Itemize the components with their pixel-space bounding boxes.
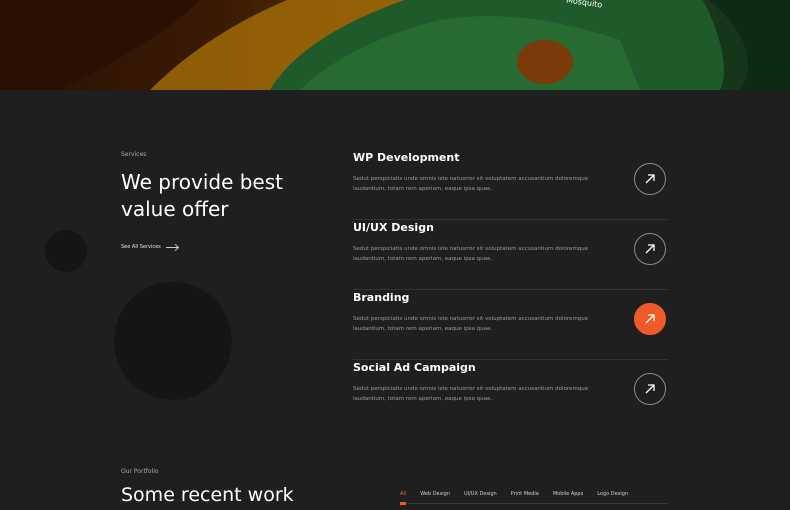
arrow-up-right-icon: [645, 244, 655, 254]
filter-tab-ui-ux-design[interactable]: UI/UX Design: [464, 491, 497, 497]
arrow-up-right-icon: [645, 314, 655, 324]
filter-underline: [400, 502, 668, 505]
services-section: Services We provide best value offer See…: [0, 90, 790, 510]
service-link-button[interactable]: [634, 163, 666, 195]
service-link-button[interactable]: [634, 233, 666, 265]
service-item-wp-development: WP Development Sedut perspiciatis unde o…: [353, 150, 668, 220]
portfolio-title: Some recent work: [121, 484, 294, 506]
service-list: WP Development Sedut perspiciatis unde o…: [353, 150, 668, 429]
service-title: UI/UX Design: [353, 221, 434, 234]
filter-tab-logo-design[interactable]: Logo Design: [597, 491, 628, 497]
see-all-services-link[interactable]: See All Services: [121, 244, 178, 250]
service-description: Sedut perspiciatis unde omnis iste natus…: [353, 176, 589, 192]
filter-tab-all[interactable]: All: [400, 491, 406, 497]
service-title: Branding: [353, 291, 410, 304]
arrow-up-right-icon: [645, 384, 655, 394]
services-eyebrow: Services: [121, 151, 147, 158]
hero-banner: Mosquito: [0, 0, 790, 90]
service-title: WP Development: [353, 151, 460, 164]
decorative-circle-small: [45, 230, 87, 272]
service-item-branding: Branding Sedut perspiciatis unde omnis i…: [353, 290, 668, 360]
service-description: Sedut perspiciatis unde omnis iste natus…: [353, 316, 589, 332]
services-headline-line2: value offer: [121, 197, 229, 221]
portfolio-filter-tabs: All Web Design UI/UX Design Print Media …: [400, 491, 628, 497]
service-link-button[interactable]: [634, 373, 666, 405]
service-link-button-active[interactable]: [634, 303, 666, 335]
hero-leaf-illustration: [0, 0, 790, 90]
arrow-up-right-icon: [645, 174, 655, 184]
filter-tab-print-media[interactable]: Print Media: [511, 491, 539, 497]
see-all-services-label: See All Services: [121, 244, 161, 250]
services-headline-line1: We provide best: [121, 170, 283, 194]
arrow-right-icon: [165, 246, 178, 248]
service-item-ui-ux-design: UI/UX Design Sedut perspiciatis unde omn…: [353, 220, 668, 290]
service-description: Sedut perspiciatis unde omnis iste natus…: [353, 386, 589, 402]
filter-tab-web-design[interactable]: Web Design: [420, 491, 450, 497]
services-headline: We provide best value offer: [121, 169, 283, 223]
service-description: Sedut perspiciatis unde omnis iste natus…: [353, 246, 589, 262]
portfolio-eyebrow: Our Portfolio: [121, 468, 159, 475]
filter-tab-mobile-apps[interactable]: Mobile Apps: [553, 491, 583, 497]
service-item-social-ad-campaign: Social Ad Campaign Sedut perspiciatis un…: [353, 360, 668, 429]
decorative-circle-large: [114, 282, 232, 400]
service-title: Social Ad Campaign: [353, 361, 476, 374]
